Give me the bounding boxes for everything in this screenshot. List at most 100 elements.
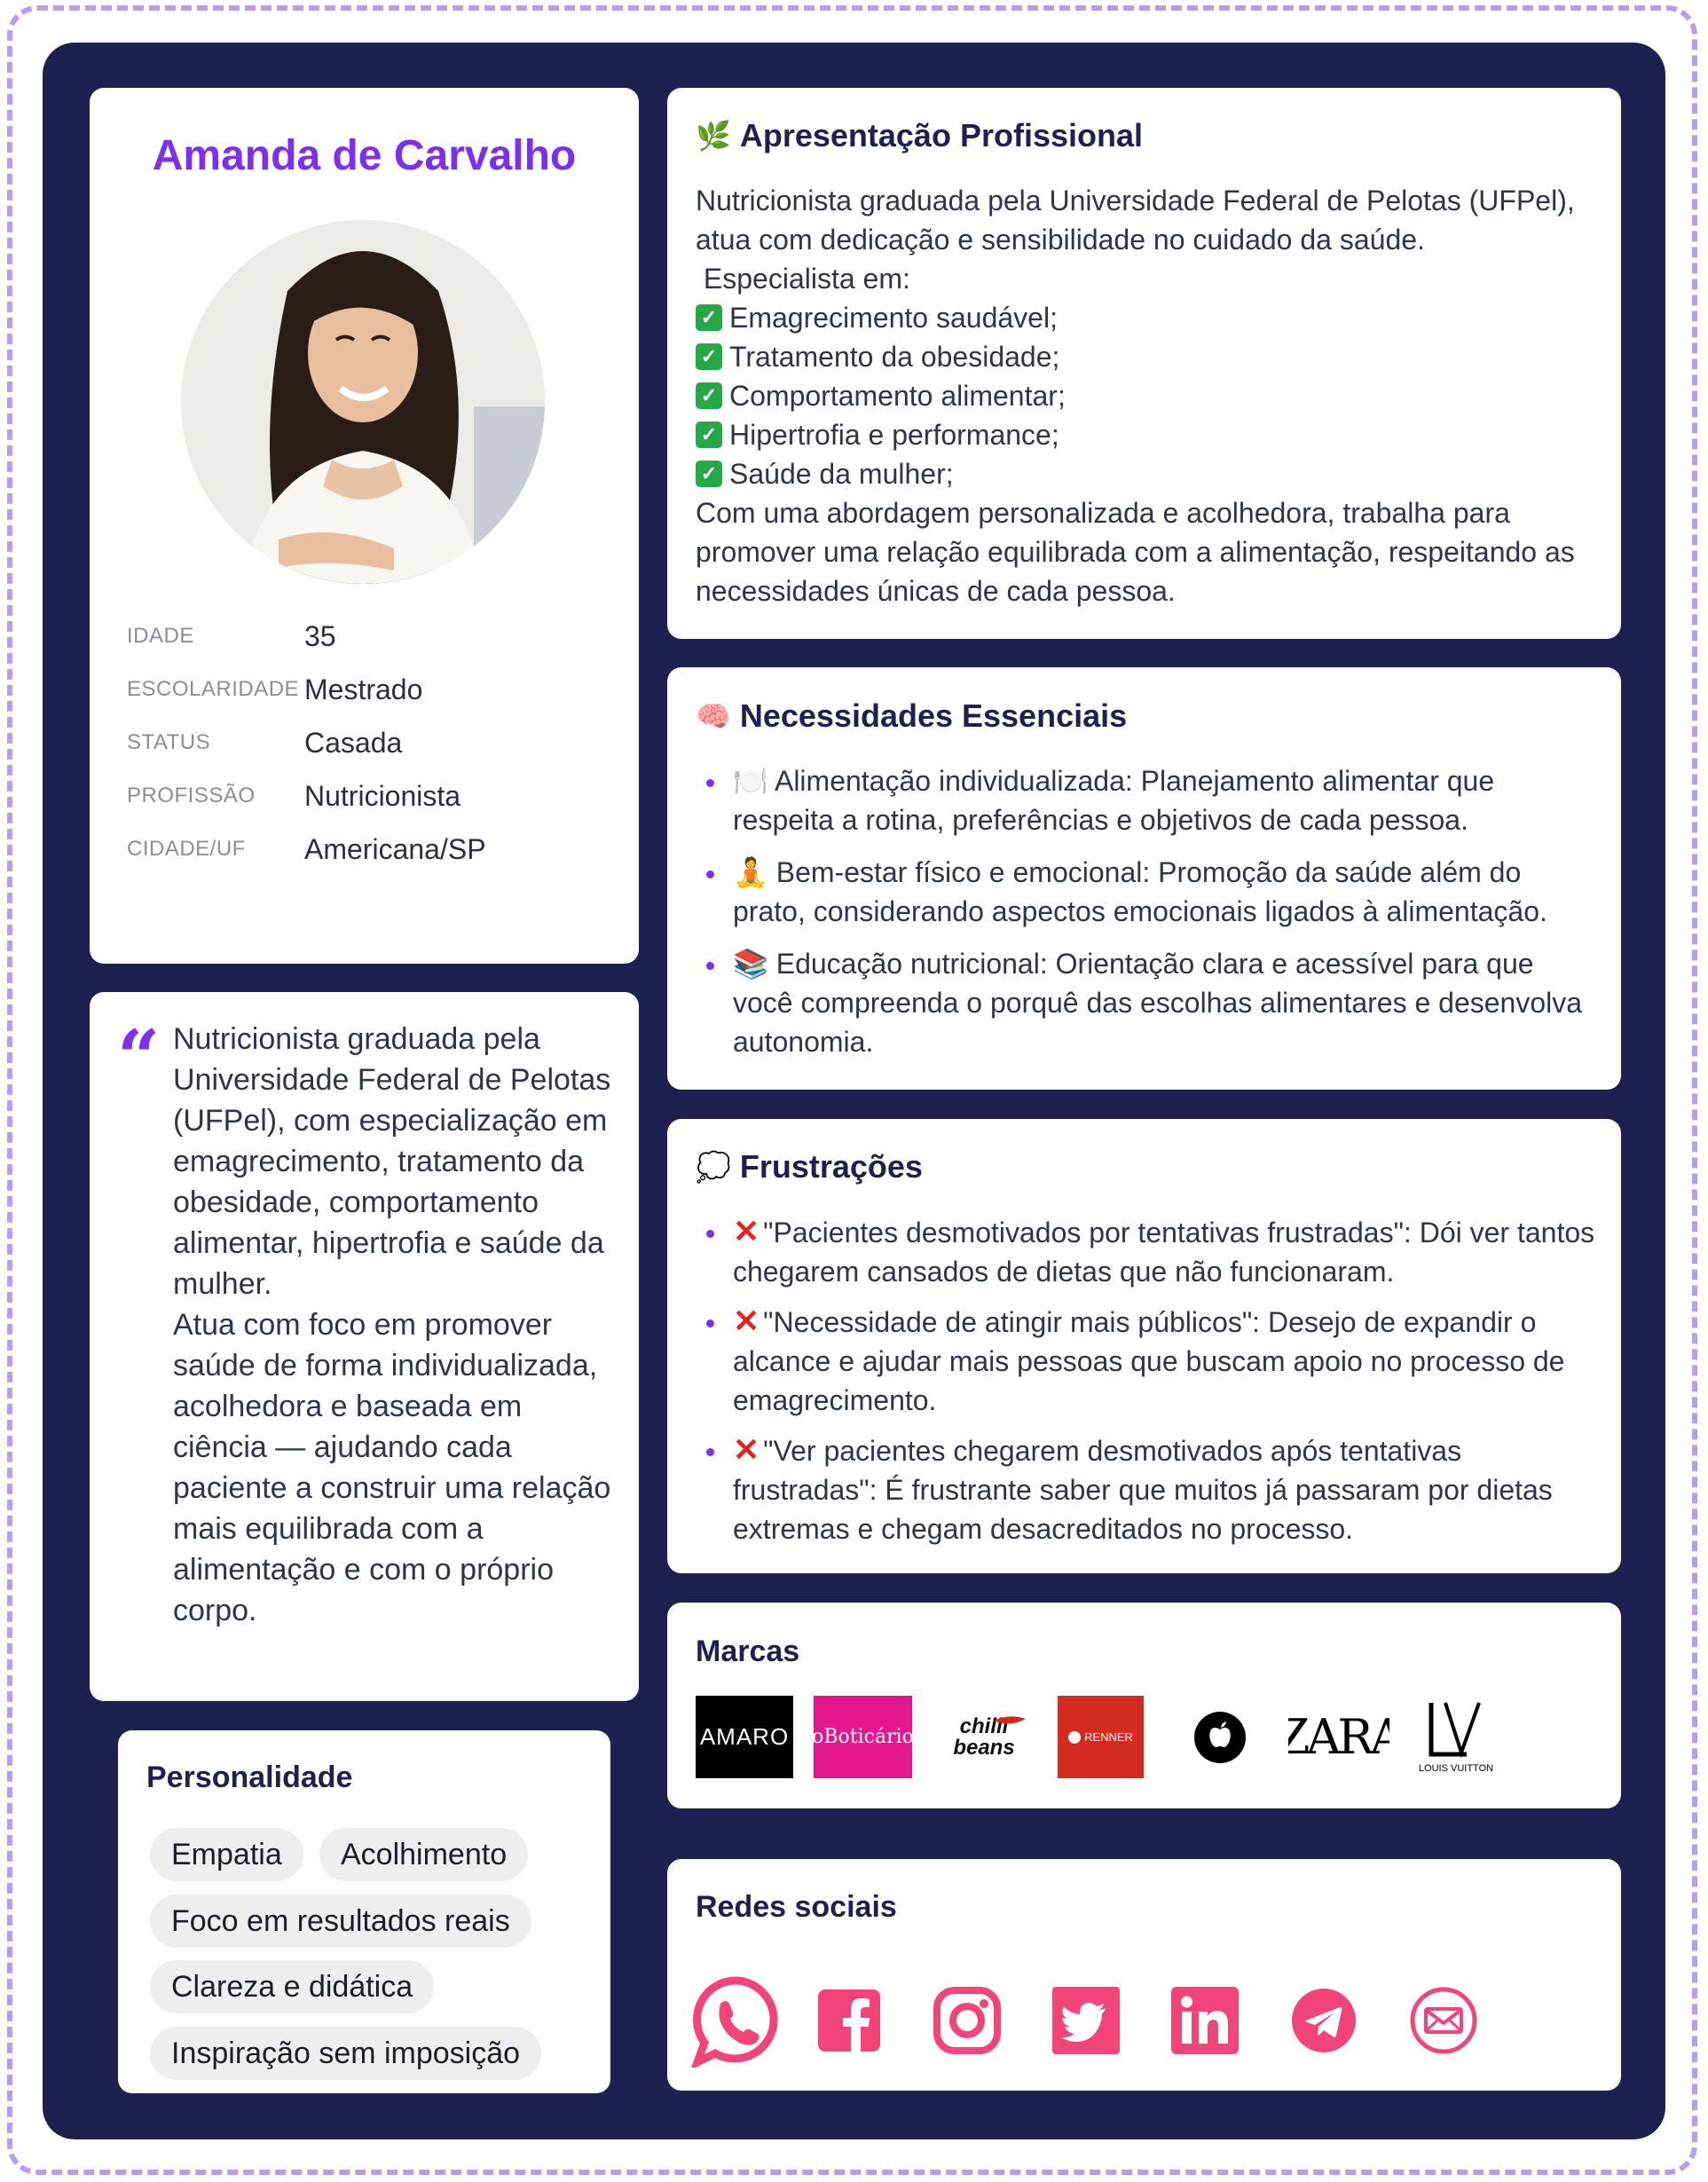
personality-tag: Empatia xyxy=(150,1828,303,1881)
personality-title: Personalidade xyxy=(146,1761,353,1794)
specialty-item: ✓ Hipertrofia e performance; xyxy=(696,415,1592,454)
info-label: STATUS xyxy=(127,730,211,754)
brand-name: oBoticário xyxy=(814,1726,912,1748)
thought-bubble-icon: 💭 xyxy=(696,1151,731,1183)
info-row-status: STATUS Casada xyxy=(127,725,402,760)
personality-tag: Clareza e didática xyxy=(150,1960,435,2013)
checkmark-icon: ✓ xyxy=(696,421,722,448)
quote-icon: “ xyxy=(117,1013,161,1101)
frustrations-list: ✕ "Pacientes desmotivados por tentativas … xyxy=(696,1212,1601,1548)
checkmark-icon: ✓ xyxy=(696,304,722,331)
specialty-item: ✓ Saúde da mulher; xyxy=(696,454,1592,493)
brand-logo-oboticario: oBoticário xyxy=(814,1696,912,1778)
info-value: Americana/SP xyxy=(304,832,486,865)
frustration-item: ✕ "Necessidade de atingir mais públicos":… xyxy=(696,1302,1601,1420)
info-row-profession: PROFISSÃO Nutricionista xyxy=(127,778,460,814)
apple-icon xyxy=(1194,1711,1246,1763)
info-row-age: IDADE 35 xyxy=(127,618,336,654)
personality-tag: Acolhimento xyxy=(319,1828,529,1881)
frustration-text: "Ver pacientes chegarem desmotivados apó… xyxy=(733,1435,1553,1545)
specialty-item: ✓ Comportamento alimentar; xyxy=(696,376,1592,415)
brand-logo-renner: RENNER xyxy=(1058,1696,1144,1778)
info-label: ESCOLARIDADE xyxy=(127,677,300,701)
specialty-item-text: Saúde da mulher; xyxy=(729,458,954,490)
bullet-dot xyxy=(706,1448,714,1456)
brand-name: LOUIS VUITTON xyxy=(1418,1762,1494,1774)
presentation-intro: Nutricionista graduada pela Universidade… xyxy=(696,185,1575,256)
need-item: 🧘 Bem-estar físico e emocional: Promoção… xyxy=(696,853,1601,931)
info-label: CIDADE/UF xyxy=(127,837,246,861)
checkmark-icon: ✓ xyxy=(696,382,722,409)
presentation-outro: Com uma abordagem personalizada e acolhe… xyxy=(696,497,1575,607)
need-text: Educação nutricional: Orientação clara e… xyxy=(733,948,1583,1058)
brain-icon: 🧠 xyxy=(696,700,731,732)
need-item: 📚 Educação nutricional: Orientação clara… xyxy=(696,944,1601,1061)
bullet-dot xyxy=(706,1230,714,1238)
instagram-icon[interactable] xyxy=(933,1987,1001,2054)
whatsapp-icon[interactable] xyxy=(690,1975,783,2068)
info-value: 35 xyxy=(304,619,336,652)
books-icon: 📚 xyxy=(733,948,768,980)
presentation-title-text: Apresentação Profissional xyxy=(739,117,1143,154)
avatar xyxy=(181,220,545,584)
bullet-dot xyxy=(706,779,714,787)
brand-name: RENNER xyxy=(1084,1730,1133,1744)
social-title: Redes sociais xyxy=(696,1890,897,1924)
frustration-text: "Pacientes desmotivados por tentativas f… xyxy=(733,1217,1595,1288)
frustration-text: "Necessidade de atingir mais públicos": … xyxy=(733,1306,1565,1416)
brand-name: ZARA xyxy=(1288,1709,1389,1765)
herb-icon: 🌿 xyxy=(696,120,731,152)
frustrations-title-text: Frustrações xyxy=(739,1148,923,1185)
info-label: PROFISSÃO xyxy=(127,784,256,807)
quote-text: Nutricionista graduada pela Universidade… xyxy=(173,1022,611,1627)
presentation-title: 🌿 Apresentação Profissional xyxy=(696,117,1143,154)
plate-icon: 🍽️ xyxy=(733,765,768,797)
persona-name: Amanda de Carvalho xyxy=(152,132,577,179)
cross-icon: ✕ xyxy=(733,1431,760,1468)
info-value: Casada xyxy=(304,726,403,759)
meditation-icon: 🧘 xyxy=(733,856,768,888)
specialty-item-text: Comportamento alimentar; xyxy=(729,380,1066,412)
info-value: Nutricionista xyxy=(304,779,461,812)
checkmark-icon: ✓ xyxy=(696,343,722,370)
specialty-item-text: Emagrecimento saudável; xyxy=(729,302,1058,334)
brand-name: AMARO xyxy=(699,1723,790,1750)
avatar-portrait xyxy=(181,220,545,584)
twitter-icon[interactable] xyxy=(1052,1987,1120,2054)
bullet-dot xyxy=(706,962,714,970)
telegram-icon[interactable] xyxy=(1292,1989,1356,2052)
info-label: IDADE xyxy=(127,624,194,648)
info-row-city: CIDADE/UF Americana/SP xyxy=(127,831,486,867)
presentation-body: Nutricionista graduada pela Universidade… xyxy=(696,181,1592,610)
info-row-education: ESCOLARIDADE Mestrado xyxy=(127,672,422,707)
checkmark-icon: ✓ xyxy=(696,461,722,487)
presentation-specialist-label: Especialista em: xyxy=(696,263,910,295)
bullet-dot xyxy=(706,1319,714,1327)
needs-title-text: Necessidades Essenciais xyxy=(739,697,1128,734)
info-value: Mestrado xyxy=(304,673,423,705)
need-item: 🍽️ Alimentação individualizada: Planejam… xyxy=(696,761,1601,839)
specialty-item-text: Hipertrofia e performance; xyxy=(729,419,1059,451)
email-icon[interactable] xyxy=(1409,1986,1478,2055)
need-text: Bem-estar físico e emocional: Promoção d… xyxy=(733,856,1547,927)
personality-tag: Inspiração sem imposição xyxy=(150,2027,542,2080)
facebook-icon[interactable] xyxy=(818,1989,880,2052)
need-text: Alimentação individualizada: Planejament… xyxy=(733,765,1495,836)
frustration-item: ✕ "Pacientes desmotivados por tentativas … xyxy=(696,1212,1601,1291)
frustrations-title: 💭 Frustrações xyxy=(696,1148,923,1186)
cross-icon: ✕ xyxy=(733,1213,760,1249)
needs-title: 🧠 Necessidades Essenciais xyxy=(696,697,1127,735)
brand-logo-louis-vuitton: LOUIS VUITTON xyxy=(1418,1696,1494,1778)
brand-logo-zara: ZARA xyxy=(1288,1696,1389,1778)
specialty-item: ✓ Emagrecimento saudável; xyxy=(696,298,1592,337)
needs-list: 🍽️ Alimentação individualizada: Planejam… xyxy=(696,761,1601,1061)
bullet-dot xyxy=(706,870,714,878)
frustration-item: ✕ "Ver pacientes chegarem desmotivados ap… xyxy=(696,1430,1601,1548)
linkedin-icon[interactable] xyxy=(1171,1987,1239,2054)
lv-monogram-icon xyxy=(1429,1701,1481,1758)
specialty-item: ✓ Tratamento da obesidade; xyxy=(696,337,1592,376)
brands-title: Marcas xyxy=(696,1635,800,1668)
renner-mark-icon xyxy=(1068,1730,1082,1744)
personality-tag: Foco em resultados reais xyxy=(150,1894,531,1948)
brand-logo-chilli-beans: chilli beans xyxy=(935,1696,1033,1778)
